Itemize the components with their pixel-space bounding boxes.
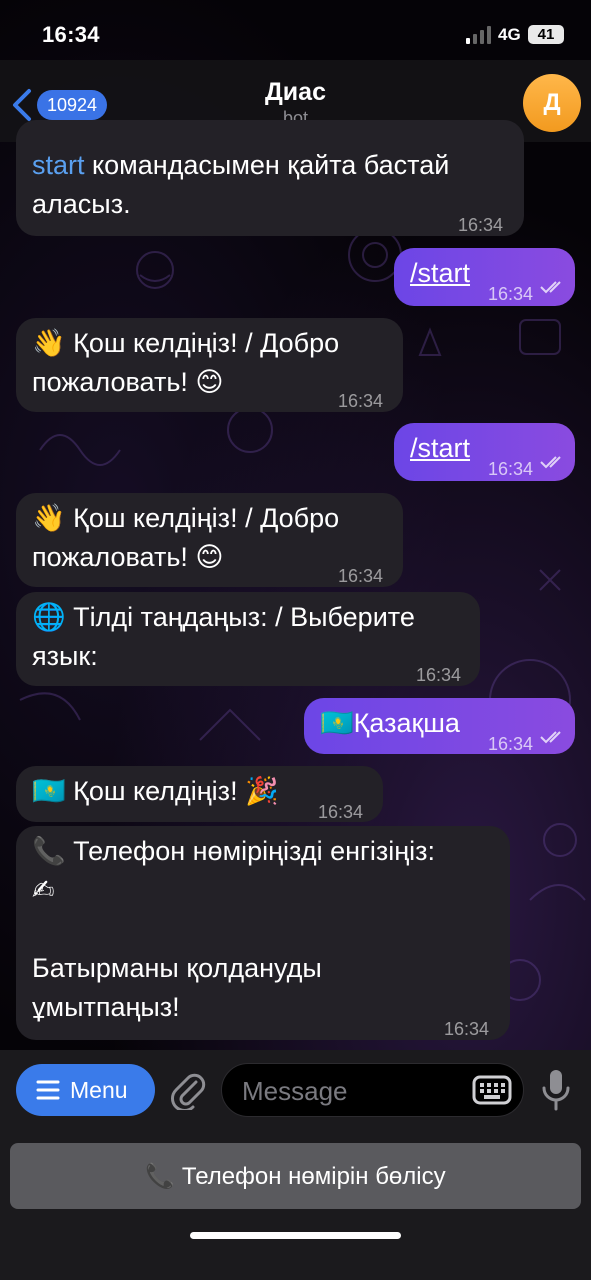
read-ticks-icon [540,456,561,469]
bot-menu-button[interactable]: Menu [16,1064,155,1116]
message-input[interactable]: Message [221,1063,524,1117]
incoming-message: start командасымен қайта бастай аласыз. … [16,120,524,236]
message-time: 16:34 [444,1019,490,1039]
message-text: Қош келдіңіз! [65,776,246,806]
start-command-link[interactable]: start [32,150,85,180]
chat-title: Диас [265,78,326,106]
globe-emoji-icon: 🌐 [32,602,66,633]
message-text: Қазақша [353,708,460,738]
message-time: 16:34 [416,665,462,685]
message-placeholder: Message [242,1076,348,1106]
message-time: 16:34 [488,284,534,304]
read-ticks-icon [540,731,561,744]
outgoing-message: 🇰🇿Қазақша 16:34 [304,698,575,754]
status-time: 16:34 [42,22,100,47]
microphone-icon[interactable] [540,1068,572,1112]
message-time: 16:34 [488,734,534,754]
battery-icon: 41 [528,25,564,44]
share-phone-label: Телефон нөмірін бөлісу [181,1163,446,1190]
paperclip-icon[interactable] [170,1070,206,1110]
message-text: Қош келдіңіз! / Добро [65,503,340,533]
hamburger-icon [36,1080,60,1100]
message-text-line2: пожаловать! [32,542,196,572]
avatar[interactable]: Д [523,74,581,132]
kazakhstan-flag-icon: 🇰🇿 [320,708,354,739]
composer-bar: Menu Message [0,1050,591,1130]
message-time: 16:34 [458,215,504,235]
outgoing-message: /start 16:34 [394,248,575,306]
message-time: 16:34 [338,391,384,411]
message-text-line3: Батырманы қолдануды [32,953,322,983]
reply-keyboard: 📞 Телефон нөмірін бөлісу [0,1130,591,1280]
message-text[interactable]: /start [410,258,470,288]
message-text-line2: аласыз. [32,189,131,219]
message-text-line4: ұмытпаңыз! [32,992,180,1022]
network-type: 4G [498,25,521,44]
menu-label: Menu [70,1077,128,1103]
incoming-message: 📞 Телефон нөміріңізді енгізіңіз: ✍ Батыр… [16,826,510,1040]
message-text: Тілді таңдаңыз: / Выберите [65,602,415,632]
message-time: 16:34 [488,459,534,479]
smile-emoji-icon: 😊 [195,367,224,398]
wave-emoji-icon: 👋 [32,503,66,534]
telephone-emoji-icon: 📞 [145,1162,176,1190]
message-text: Телефон нөміріңізді енгізіңіз: [65,836,436,866]
kazakhstan-flag-icon: 🇰🇿 [32,776,66,807]
keyboard-icon[interactable] [472,1074,512,1106]
smile-emoji-icon: 😊 [195,542,224,573]
message-text: Қош келдіңіз! / Добро [65,328,340,358]
message-text: start командасымен қайта бастай [32,150,450,180]
message-time: 16:34 [338,566,384,586]
telephone-emoji-icon: 📞 [32,836,66,867]
read-ticks-icon [540,281,561,294]
writing-hand-emoji-icon: ✍ [32,875,55,906]
incoming-message: 👋 Қош келдіңіз! / Добро пожаловать! 😊 16… [16,493,403,587]
party-popper-emoji-icon: 🎉 [245,776,279,807]
signal-icon [466,26,491,44]
home-indicator [190,1232,401,1239]
incoming-message: 🇰🇿 Қош келдіңіз! 🎉 16:34 [16,766,383,822]
incoming-message: 👋 Қош келдіңіз! / Добро пожаловать! 😊 16… [16,318,403,412]
incoming-message: 🌐 Тілді таңдаңыз: / Выберите язык: 16:34 [16,592,480,686]
share-phone-button[interactable]: 📞 Телефон нөмірін бөлісу [10,1143,581,1209]
message-text-line2: язык: [32,641,98,671]
outgoing-message: /start 16:34 [394,423,575,481]
wave-emoji-icon: 👋 [32,328,66,359]
message-text[interactable]: /start [410,433,470,463]
message-text-line2: пожаловать! [32,367,196,397]
